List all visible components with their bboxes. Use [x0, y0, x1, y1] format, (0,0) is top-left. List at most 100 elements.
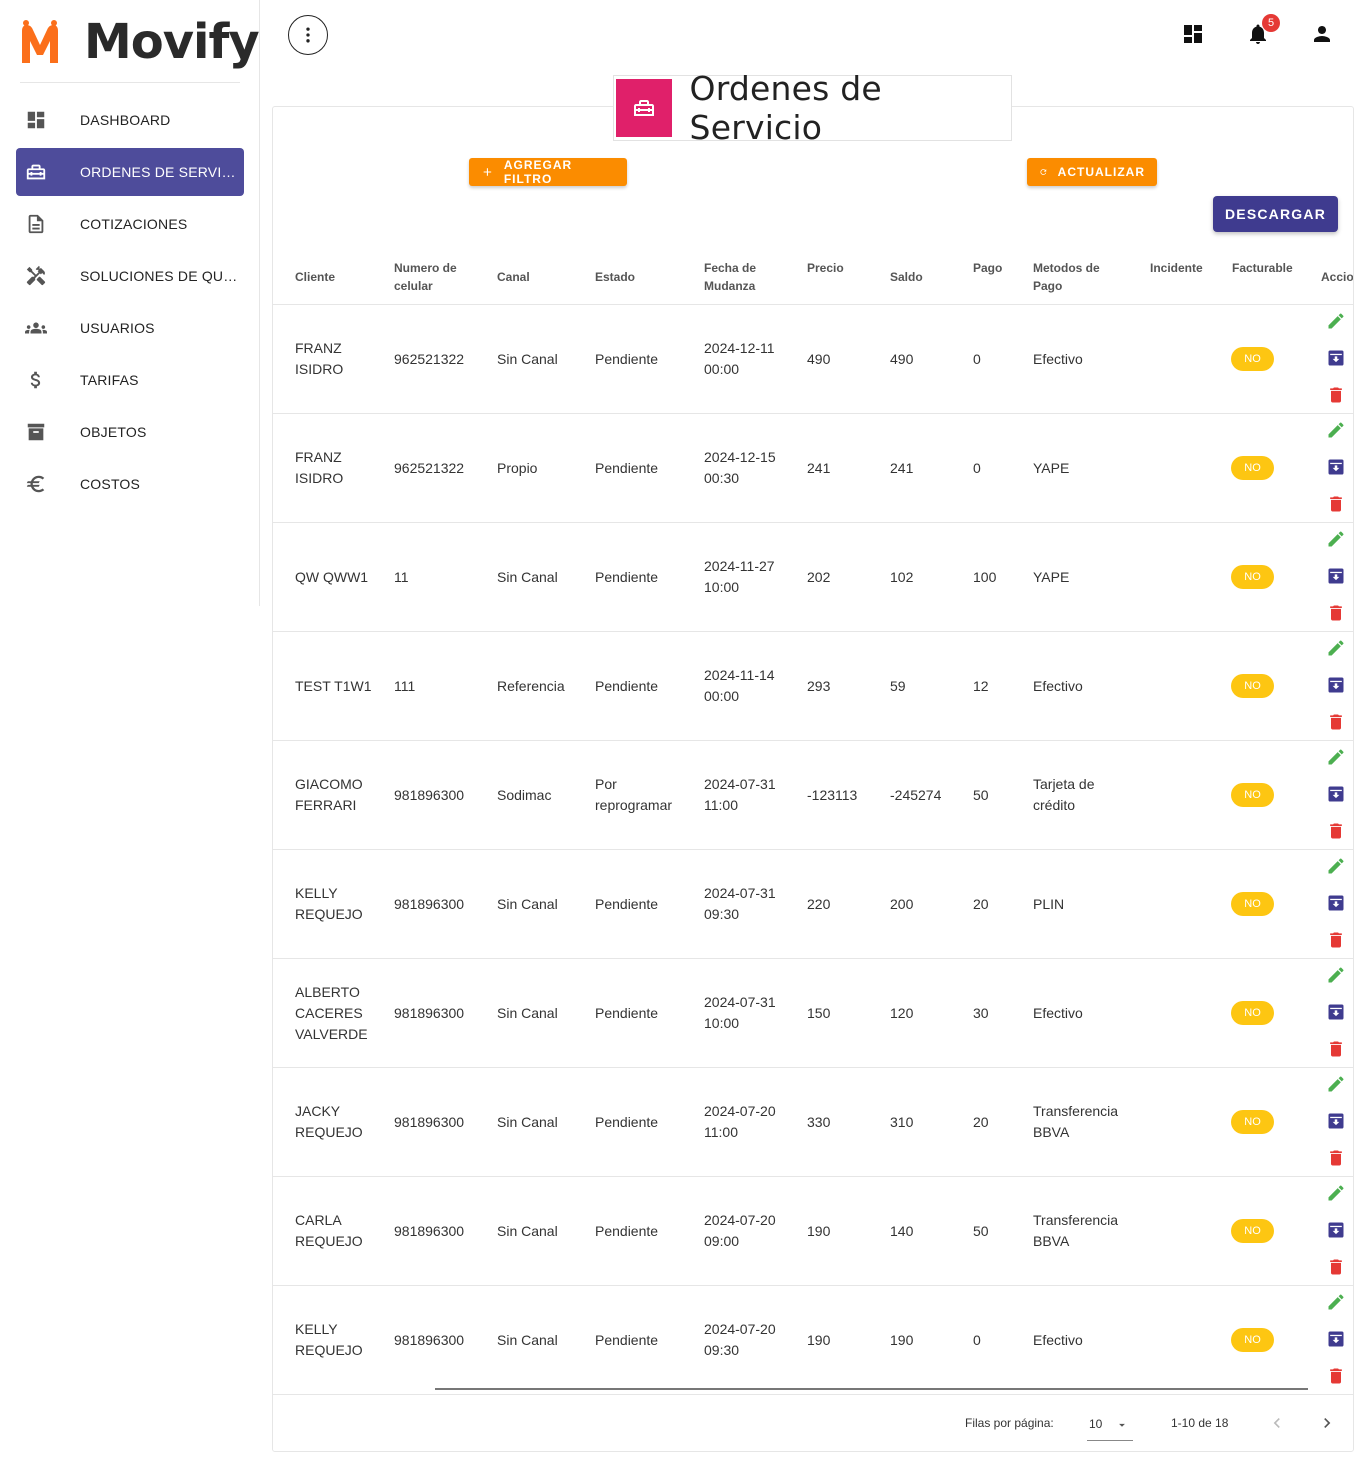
cell-incidente	[1150, 1068, 1220, 1176]
header-celular[interactable]: Numero de celular	[394, 259, 464, 295]
edit-button[interactable]	[1325, 1291, 1347, 1313]
header-saldo[interactable]: Saldo	[890, 268, 923, 286]
document-icon	[16, 213, 56, 235]
download-button[interactable]: DESCARGAR	[1213, 196, 1338, 232]
header-metodos[interactable]: Metodos de Pago	[1033, 259, 1113, 295]
cell-metodo-text: Transferencia BBVA	[1033, 1212, 1119, 1249]
cell-canal-text: Sin Canal	[497, 1331, 558, 1348]
archive-button[interactable]	[1325, 1110, 1347, 1132]
sidebar-item-soluciones[interactable]: SOLUCIONES DE QUIEBRE	[16, 252, 244, 300]
edit-button[interactable]	[1325, 310, 1347, 332]
table-row[interactable]: KELLY REQUEJO 981896300 Sin Canal Pendiente…	[273, 1286, 1353, 1395]
rows-per-page-select[interactable]: 10	[1087, 1407, 1133, 1441]
delete-icon	[1326, 930, 1346, 950]
edit-icon	[1326, 965, 1346, 985]
cell-canal: Referencia	[497, 632, 589, 740]
archive-button[interactable]	[1325, 892, 1347, 914]
edit-button[interactable]	[1325, 637, 1347, 659]
refresh-button[interactable]: ACTUALIZAR	[1027, 158, 1157, 186]
sidebar-item-costos[interactable]: COSTOS	[16, 460, 244, 508]
edit-button[interactable]	[1325, 746, 1347, 768]
header-canal[interactable]: Canal	[497, 268, 530, 286]
edit-button[interactable]	[1325, 1073, 1347, 1095]
archive-button[interactable]	[1325, 783, 1347, 805]
cell-cliente: QW QWW1	[295, 523, 385, 631]
table-row[interactable]: ALBERTO CACERES VALVERDE 981896300 Sin Can…	[273, 959, 1353, 1068]
delete-button[interactable]	[1325, 820, 1347, 842]
cell-metodo-text: YAPE	[1033, 459, 1070, 476]
archive-button[interactable]	[1325, 456, 1347, 478]
brand[interactable]: Movify	[18, 14, 260, 70]
archive-button[interactable]	[1325, 347, 1347, 369]
add-filter-button[interactable]: AGREGAR FILTRO	[469, 158, 627, 186]
delete-button[interactable]	[1325, 1038, 1347, 1060]
delete-button[interactable]	[1325, 711, 1347, 733]
movify-logo-icon	[22, 20, 58, 63]
edit-button[interactable]	[1325, 419, 1347, 441]
cell-cliente: CARLA REQUEJO	[295, 1177, 385, 1285]
header-incidente[interactable]: Incidente	[1150, 259, 1203, 277]
header-fecha[interactable]: Fecha de Mudanza	[704, 259, 774, 295]
delete-button[interactable]	[1325, 602, 1347, 624]
sidebar-nav: DASHBOARD ORDENES DE SERVICIO COTIZACION…	[16, 96, 244, 512]
delete-button[interactable]	[1325, 1256, 1347, 1278]
cell-metodo: Transferencia BBVA	[1033, 1177, 1133, 1285]
horizontal-scrollbar[interactable]	[435, 1388, 1308, 1390]
archive-button[interactable]	[1325, 674, 1347, 696]
sidebar-item-tarifas[interactable]: TARIFAS	[16, 356, 244, 404]
table-row[interactable]: FRANZ ISIDRO 962521322 Propio Pendiente 2024…	[273, 414, 1353, 523]
delete-button[interactable]	[1325, 493, 1347, 515]
delete-icon	[1326, 385, 1346, 405]
table-body: FRANZ ISIDRO 962521322 Sin Canal Pendiente 2…	[273, 305, 1353, 1395]
more-menu-button[interactable]	[288, 15, 328, 55]
sidebar-item-dashboard[interactable]: DASHBOARD	[16, 96, 244, 144]
sidebar-item-cotizaciones[interactable]: COTIZACIONES	[16, 200, 244, 248]
cell-saldo: -245274	[890, 741, 968, 849]
edit-button[interactable]	[1325, 1182, 1347, 1204]
header-precio[interactable]: Precio	[807, 259, 844, 277]
next-page-button[interactable]	[1315, 1411, 1339, 1435]
sidebar-item-objetos[interactable]: OBJETOS	[16, 408, 244, 456]
delete-button[interactable]	[1325, 1147, 1347, 1169]
delete-button[interactable]	[1325, 384, 1347, 406]
brand-name: Movify	[84, 14, 260, 70]
cell-celular-text: 981896300	[394, 1004, 465, 1021]
prev-page-button[interactable]	[1265, 1411, 1289, 1435]
cell-cliente: ALBERTO CACERES VALVERDE	[295, 959, 385, 1067]
archive-button[interactable]	[1325, 1328, 1347, 1350]
rows-per-page-value: 10	[1089, 1416, 1103, 1431]
dashboard-button[interactable]	[1179, 20, 1207, 48]
cell-saldo-text: 102	[890, 568, 914, 585]
edit-button[interactable]	[1325, 855, 1347, 877]
cell-pago-text: 0	[973, 350, 981, 367]
cell-estado: Pendiente	[595, 632, 695, 740]
archive-button[interactable]	[1325, 565, 1347, 587]
table-row[interactable]: GIACOMO FERRARI 981896300 Sodimac Por repro…	[273, 741, 1353, 850]
notifications-button[interactable]: 5	[1244, 14, 1280, 48]
cell-precio-text: 241	[807, 459, 831, 476]
archive-button[interactable]	[1325, 1001, 1347, 1023]
delete-button[interactable]	[1325, 1365, 1347, 1387]
archive-button[interactable]	[1325, 1219, 1347, 1241]
delete-button[interactable]	[1325, 929, 1347, 951]
cell-estado-text: Pendiente	[595, 895, 659, 912]
table-row[interactable]: KELLY REQUEJO 981896300 Sin Canal Pendiente…	[273, 850, 1353, 959]
table-row[interactable]: QW QWW1 11 Sin Canal Pendiente 2024-11-27 10…	[273, 523, 1353, 632]
header-facturable[interactable]: Facturable	[1232, 259, 1293, 277]
sidebar-item-ordenes[interactable]: ORDENES DE SERVICIO	[16, 148, 244, 196]
header-estado[interactable]: Estado	[595, 268, 635, 286]
table-row[interactable]: FRANZ ISIDRO 962521322 Sin Canal Pendiente 2…	[273, 305, 1353, 414]
edit-button[interactable]	[1325, 964, 1347, 986]
header-acciones[interactable]: Acciones	[1321, 268, 1353, 286]
table-row[interactable]: TEST T1W1 111 Referencia Pendiente 2024-11-1…	[273, 632, 1353, 741]
header-cliente[interactable]: Cliente	[295, 268, 375, 286]
cell-estado: Pendiente	[595, 305, 695, 413]
table-row[interactable]: CARLA REQUEJO 981896300 Sin Canal Pendiente…	[273, 1177, 1353, 1286]
profile-button[interactable]	[1308, 20, 1336, 48]
header-pago[interactable]: Pago	[973, 259, 1002, 277]
cell-canal: Sodimac	[497, 741, 589, 849]
sidebar-item-usuarios[interactable]: USUARIOS	[16, 304, 244, 352]
cell-metodo-text: YAPE	[1033, 568, 1070, 585]
edit-button[interactable]	[1325, 528, 1347, 550]
table-row[interactable]: JACKY REQUEJO 981896300 Sin Canal Pendiente…	[273, 1068, 1353, 1177]
